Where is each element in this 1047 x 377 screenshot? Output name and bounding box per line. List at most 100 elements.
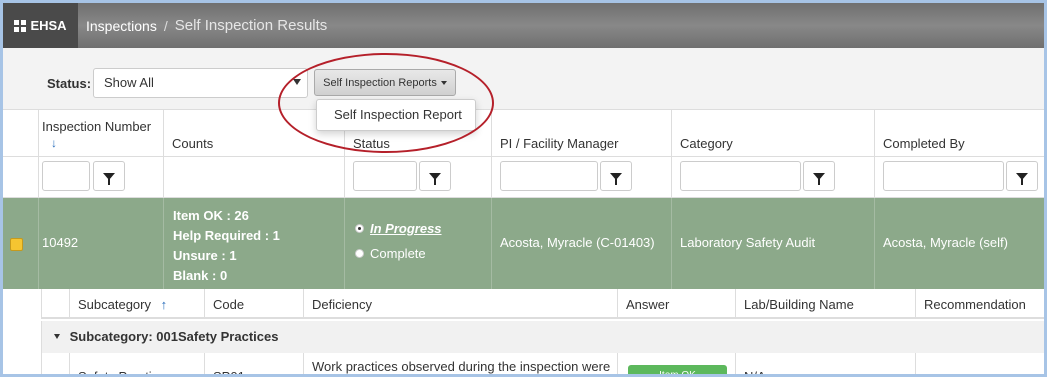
column-label-inspection-number: Inspection Number: [42, 119, 152, 134]
page-title: Self Inspection Results: [174, 17, 328, 34]
app-window: EHSA Inspections / Self Inspection Resul…: [0, 0, 1047, 377]
subrow-deficiency-value: Work practices observed during the inspe…: [312, 359, 611, 374]
inspection-number-value: 10492: [42, 235, 79, 250]
count-help-required: Help Required : 1: [173, 228, 280, 243]
inspection-number-filter-input[interactable]: [42, 161, 90, 191]
category-value: Laboratory Safety Audit: [680, 235, 816, 250]
count-blank: Blank : 0: [173, 268, 228, 283]
subcolumn-label-deficiency: Deficiency: [312, 297, 372, 312]
cell-completed-by: Acosta, Myracle (self): [874, 198, 1044, 289]
subcolumn-label-lab-building: Lab/Building Name: [744, 297, 854, 312]
pi-manager-filter-button[interactable]: [600, 161, 632, 191]
app-menu-button[interactable]: EHSA: [3, 3, 78, 48]
column-completed-by[interactable]: Completed By: [874, 110, 1044, 198]
subrow-lab-value: N/A: [744, 369, 766, 377]
column-pi-facility-manager[interactable]: PI / Facility Manager: [491, 110, 671, 198]
subrow-lab-building: N/A: [735, 353, 915, 377]
subcategory-group-header[interactable]: Subcategory: 001Safety Practices: [41, 321, 1044, 353]
pi-manager-filter-input[interactable]: [500, 161, 598, 191]
sort-ascending-icon[interactable]: ↑: [161, 297, 168, 312]
filter-icon: [1016, 172, 1028, 185]
subrow-recommendation: [915, 353, 1044, 374]
collapse-triangle-icon[interactable]: [54, 334, 60, 339]
subtable-row[interactable]: Safety Practices SP01 Work practices obs…: [41, 353, 1044, 377]
subcolumn-answer[interactable]: Answer: [617, 289, 735, 319]
completed-by-filter-input[interactable]: [883, 161, 1004, 191]
subcolumn-deficiency[interactable]: Deficiency: [303, 289, 617, 319]
breadcrumb-inspections[interactable]: Inspections: [86, 18, 157, 34]
column-label-counts: Counts: [172, 136, 214, 151]
status-in-progress-label[interactable]: In Progress: [370, 221, 442, 236]
subcategory-group-label: Subcategory: 001Safety Practices: [69, 329, 279, 344]
self-inspection-reports-button[interactable]: Self Inspection Reports: [314, 69, 456, 96]
subcolumn-label-code: Code: [213, 297, 245, 312]
app-name: EHSA: [30, 18, 67, 33]
radio-unselected-icon[interactable]: [355, 249, 364, 258]
subtable-spacer: [42, 289, 69, 319]
column-inspection-number[interactable]: Inspection Number ↓: [38, 110, 163, 198]
filter-icon: [610, 172, 622, 185]
category-filter-input[interactable]: [680, 161, 801, 191]
filter-bar: Status: Show All Self Inspection Reports: [3, 48, 1044, 110]
subcolumn-code[interactable]: Code: [204, 289, 303, 319]
subrow-answer: Item OK: [617, 353, 735, 374]
subcolumn-label-recommendation: Recommendation: [924, 297, 1026, 312]
column-label-status: Status: [353, 136, 390, 151]
status-option-complete[interactable]: Complete: [355, 241, 491, 266]
subtable-gutter: [3, 289, 41, 374]
reports-dropdown-menu: Self Inspection Report: [316, 99, 476, 131]
completed-by-filter-button[interactable]: [1006, 161, 1038, 191]
inspection-number-filter-button[interactable]: [93, 161, 125, 191]
subcolumn-subcategory[interactable]: Subcategory ↑: [69, 289, 204, 319]
status-filter-select[interactable]: Show All: [93, 68, 308, 98]
status-complete-label: Complete: [370, 246, 426, 261]
status-filter-value: Show All: [104, 75, 154, 90]
reports-button-label: Self Inspection Reports: [323, 76, 437, 89]
completed-by-value: Acosta, Myracle (self): [883, 235, 1008, 250]
status-column-filter-button[interactable]: [419, 161, 451, 191]
sort-descending-icon[interactable]: ↓: [51, 136, 57, 150]
column-label-pi-facility-manager: PI / Facility Manager: [500, 136, 619, 151]
grid-icon: [14, 19, 27, 32]
cell-pi-manager: Acosta, Myracle (C-01403): [491, 198, 671, 289]
count-unsure: Unsure : 1: [173, 248, 237, 263]
count-item-ok: Item OK : 26: [173, 208, 249, 223]
cell-counts: Item OK : 26 Help Required : 1 Unsure : …: [163, 198, 344, 289]
subtable-header: Subcategory ↑ Code Deficiency Answer Lab…: [41, 289, 1044, 319]
table-header: Inspection Number ↓ Counts Status PI / F…: [3, 110, 1044, 198]
table-row[interactable]: 10492 Item OK : 26 Help Required : 1 Uns…: [3, 198, 1044, 289]
subcolumn-lab-building[interactable]: Lab/Building Name: [735, 289, 915, 319]
column-label-category: Category: [680, 136, 733, 151]
row-select-cell: [3, 198, 38, 289]
pi-manager-value: Acosta, Myracle (C-01403): [500, 235, 655, 250]
row-expand-checkbox[interactable]: [10, 238, 23, 251]
category-filter-button[interactable]: [803, 161, 835, 191]
filter-icon: [813, 172, 825, 185]
filter-icon: [429, 172, 441, 185]
answer-item-ok-badge[interactable]: Item OK: [628, 365, 727, 374]
column-category[interactable]: Category: [671, 110, 874, 198]
cell-status: In Progress Complete: [344, 198, 491, 289]
subrow-code: SP01: [204, 353, 303, 374]
caret-down-icon: [440, 80, 447, 85]
column-label-completed-by: Completed By: [883, 136, 965, 151]
subrow-deficiency: Work practices observed during the inspe…: [303, 353, 617, 374]
subcolumn-recommendation[interactable]: Recommendation: [915, 289, 1044, 319]
select-column-header: [3, 110, 38, 198]
cell-inspection-number: 10492: [38, 198, 163, 289]
filter-icon: [103, 172, 115, 185]
subrow-subcategory: Safety Practices: [69, 353, 204, 377]
status-column-filter-input[interactable]: [353, 161, 417, 191]
status-filter-label: Status:: [47, 76, 92, 91]
top-bar: EHSA Inspections / Self Inspection Resul…: [3, 3, 1044, 48]
status-option-in-progress[interactable]: In Progress: [355, 216, 491, 241]
subcolumn-label-answer: Answer: [626, 297, 670, 312]
chevron-down-icon: [293, 79, 301, 85]
cell-category: Laboratory Safety Audit: [671, 198, 874, 289]
breadcrumb-separator: /: [163, 17, 168, 34]
subrow-spacer: [42, 353, 69, 374]
subrow-subcategory-value: Safety Practices: [78, 369, 172, 377]
radio-selected-icon[interactable]: [355, 224, 364, 233]
menu-item-self-inspection-report[interactable]: Self Inspection Report: [334, 107, 462, 122]
subcolumn-label-subcategory: Subcategory: [78, 297, 151, 312]
